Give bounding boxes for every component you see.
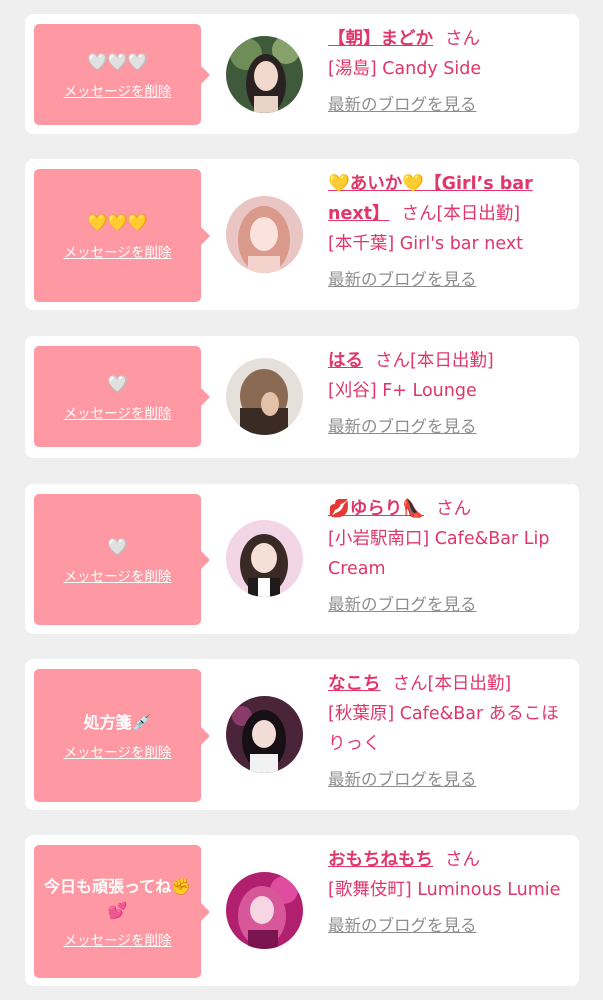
message-card: 🤍 メッセージを削除 💋ゆらり👠 さん [小岩駅南口] Cafe&Bar Lip … bbox=[25, 484, 579, 634]
cast-avatar[interactable] bbox=[226, 196, 303, 273]
cast-info: 💋ゆらり👠 さん [小岩駅南口] Cafe&Bar Lip Cream 最新のブロ… bbox=[328, 494, 568, 620]
name-line: なこち さん[本日出勤] bbox=[328, 669, 568, 699]
delete-message-link[interactable]: メッセージを削除 bbox=[64, 241, 172, 261]
shop-name: [本千葉] Girl's bar next bbox=[328, 234, 524, 254]
message-bubble: 🤍 メッセージを削除 bbox=[34, 346, 210, 447]
message-bubble: 今日も頑張ってね✊💕 メッセージを削除 bbox=[34, 845, 210, 978]
cast-avatar[interactable] bbox=[226, 358, 303, 435]
status-badge: [本日出勤] bbox=[436, 204, 521, 224]
avatar-photo bbox=[226, 520, 303, 597]
shop-name: [秋葉原] Cafe&Bar あるこほりっく bbox=[328, 704, 559, 754]
message-card: 🤍🤍🤍 メッセージを削除 【朝】まどか さん [湯島] Candy Side 最新… bbox=[25, 14, 579, 134]
message-card: 🤍 メッセージを削除 はる さん[本日出勤] [刈谷] F+ Lounge 最新の… bbox=[25, 336, 579, 458]
honorific: さん bbox=[436, 499, 472, 519]
cast-info: 【朝】まどか さん [湯島] Candy Side 最新のブログを見る bbox=[328, 24, 568, 120]
status-badge: [本日出勤] bbox=[410, 351, 494, 371]
name-line: 【朝】まどか さん bbox=[328, 24, 568, 54]
message-card: 処方箋💉 メッセージを削除 なこち さん[本日出勤] [秋葉原] Cafe&Bar… bbox=[25, 659, 579, 810]
honorific: さん bbox=[445, 850, 480, 870]
message-text: 今日も頑張ってね✊💕 bbox=[43, 876, 192, 920]
honorific: さん bbox=[401, 204, 437, 224]
name-line: はる さん[本日出勤] bbox=[328, 346, 568, 376]
cast-info: おもちねもち さん [歌舞伎町] Luminous Lumie 最新のブログを見る bbox=[328, 845, 568, 941]
delete-message-link[interactable]: メッセージを削除 bbox=[64, 565, 172, 585]
cast-avatar[interactable] bbox=[226, 872, 303, 949]
cast-name-link[interactable]: おもちねもち bbox=[328, 850, 433, 870]
delete-message-link[interactable]: メッセージを削除 bbox=[64, 929, 172, 949]
message-bubble: 🤍🤍🤍 メッセージを削除 bbox=[34, 24, 210, 125]
honorific: さん bbox=[392, 674, 428, 694]
avatar-photo bbox=[226, 696, 303, 773]
cast-avatar[interactable] bbox=[226, 36, 303, 113]
cast-avatar[interactable] bbox=[226, 696, 303, 773]
name-line: おもちねもち さん bbox=[328, 845, 568, 875]
latest-blog-link[interactable]: 最新のブログを見る bbox=[328, 765, 568, 795]
message-bubble: 処方箋💉 メッセージを削除 bbox=[34, 669, 210, 802]
name-line: 💛あいか💛【Girl’s bar next】 さん[本日出勤] bbox=[328, 169, 568, 229]
avatar-photo bbox=[226, 358, 303, 435]
delete-message-link[interactable]: メッセージを削除 bbox=[64, 402, 172, 422]
status-badge: [本日出勤] bbox=[427, 674, 512, 694]
cast-info: はる さん[本日出勤] [刈谷] F+ Lounge 最新のブログを見る bbox=[328, 346, 568, 442]
message-text: 🤍 bbox=[107, 536, 128, 556]
name-line: 💋ゆらり👠 さん bbox=[328, 494, 568, 524]
delete-message-link[interactable]: メッセージを削除 bbox=[64, 80, 172, 100]
avatar-photo bbox=[226, 196, 303, 273]
cast-avatar[interactable] bbox=[226, 520, 303, 597]
message-bubble: 💛💛💛 メッセージを削除 bbox=[34, 169, 210, 302]
message-text: 処方箋💉 bbox=[83, 712, 152, 732]
shop-name: [小岩駅南口] Cafe&Bar Lip Cream bbox=[328, 529, 550, 579]
shop-name: [歌舞伎町] Luminous Lumie bbox=[328, 880, 561, 900]
latest-blog-link[interactable]: 最新のブログを見る bbox=[328, 412, 568, 442]
latest-blog-link[interactable]: 最新のブログを見る bbox=[328, 590, 568, 620]
shop-name: [刈谷] F+ Lounge bbox=[328, 381, 477, 401]
avatar-photo bbox=[226, 36, 303, 113]
honorific: さん bbox=[445, 29, 480, 49]
message-text: 🤍 bbox=[107, 373, 128, 393]
cast-info: 💛あいか💛【Girl’s bar next】 さん[本日出勤] [本千葉] Gir… bbox=[328, 169, 568, 295]
latest-blog-link[interactable]: 最新のブログを見る bbox=[328, 265, 568, 295]
latest-blog-link[interactable]: 最新のブログを見る bbox=[328, 911, 568, 941]
cast-info: なこち さん[本日出勤] [秋葉原] Cafe&Bar あるこほりっく 最新のブロ… bbox=[328, 669, 568, 795]
delete-message-link[interactable]: メッセージを削除 bbox=[64, 741, 172, 761]
message-bubble: 🤍 メッセージを削除 bbox=[34, 494, 210, 625]
avatar-photo bbox=[226, 872, 303, 949]
honorific: さん bbox=[375, 351, 410, 371]
cast-name-link[interactable]: なこち bbox=[328, 674, 381, 694]
cast-name-link[interactable]: 【朝】まどか bbox=[328, 29, 433, 49]
cast-name-link[interactable]: はる bbox=[328, 351, 363, 371]
latest-blog-link[interactable]: 最新のブログを見る bbox=[328, 90, 568, 120]
message-card: 今日も頑張ってね✊💕 メッセージを削除 おもちねもち さん [歌舞伎町] Lumi… bbox=[25, 835, 579, 986]
shop-name: [湯島] Candy Side bbox=[328, 59, 482, 79]
message-text: 💛💛💛 bbox=[87, 212, 148, 232]
cast-name-link[interactable]: 💋ゆらり👠 bbox=[328, 499, 424, 519]
message-text: 🤍🤍🤍 bbox=[87, 51, 148, 71]
message-card: 💛💛💛 メッセージを削除 💛あいか💛【Girl’s bar next】 さん[本日… bbox=[25, 159, 579, 310]
